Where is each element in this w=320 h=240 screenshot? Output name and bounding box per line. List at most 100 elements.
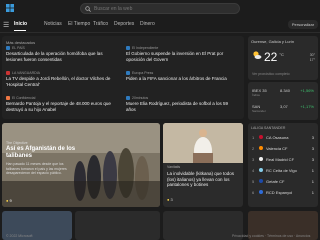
menu-icon[interactable]: ☰ [3, 21, 9, 29]
team-badge-icon [259, 157, 263, 161]
headline-title[interactable]: La TV despide a Jordi Rebellón, el docto… [6, 76, 118, 87]
team-position: 5 [252, 179, 255, 184]
markets-card: IBEX 35 Índice 8.340 +1,56% SAN Santande… [248, 82, 318, 120]
footer: © 2022 Microsoft Privacidad y cookies · … [0, 233, 320, 240]
team-points: 1 [311, 190, 314, 195]
team-position: 2 [252, 146, 255, 151]
reaction-icon: ● [167, 197, 170, 202]
headline-source: 20minutos [132, 96, 149, 100]
headline-item[interactable]: El Independiente El Gobierno suspende la… [126, 46, 238, 62]
source-logo-icon [126, 96, 130, 100]
team-badge-icon [259, 168, 263, 172]
weather-more-link[interactable]: Ver pronóstico completo [252, 72, 290, 76]
market-change: +1,56% [300, 88, 314, 93]
headline-source: El Confidencial [12, 96, 36, 100]
headlines-title: Más destacados [6, 40, 36, 45]
hero-source: The Objective [6, 141, 28, 145]
headline-source: EL PAÍS [12, 46, 25, 50]
headline-item[interactable]: Europa Press Piden a la FIFA sancionar a… [126, 71, 238, 82]
headline-title[interactable]: Bernardo Pantoja y el reportaje de 48.00… [6, 101, 118, 112]
source-logo-icon [6, 71, 10, 75]
team-name: Valencia CF [266, 146, 288, 151]
msn-page: ☰ Inicio Noticias El Tiempo Tráfico Depo… [0, 0, 320, 240]
weather-city: Ourense, Galicia y Lurín [251, 39, 295, 44]
league-title: LALIGA SANTANDER [251, 126, 286, 130]
weather-range: 30° 17° [310, 53, 315, 63]
headline-source: LA VANGUARDIA [12, 71, 40, 75]
nav-bar: ☰ Inicio Noticias El Tiempo Tráfico Depo… [0, 17, 320, 33]
windows-logo-icon[interactable] [6, 4, 14, 12]
market-change: +1,17% [300, 104, 314, 109]
team-name: Real Madrid CF [266, 157, 295, 162]
source-logo-icon [126, 71, 130, 75]
market-value: 3,07 [280, 104, 288, 109]
top-bar [0, 0, 320, 17]
feature-reaction-count: 3 [170, 197, 173, 202]
team-points: 3 [311, 135, 314, 140]
search-icon [85, 5, 91, 12]
headline-title[interactable]: Muere Elia Rodríguez, periodista de sofb… [126, 101, 238, 112]
team-name: CA Osasuna [266, 135, 289, 140]
headlines-card: Más destacados EL PAÍS Desarticulada de … [2, 36, 244, 119]
reaction-icon: ● [6, 198, 9, 203]
active-tab-indicator [14, 30, 26, 31]
team-position: 1 [252, 135, 255, 140]
headline-source: El Independiente [132, 46, 159, 50]
tab-trafico[interactable]: Tráfico [93, 21, 108, 27]
market-sub: Santander [252, 109, 266, 113]
team-points: 3 [311, 157, 314, 162]
team-position: 3 [252, 157, 255, 162]
hero-text: The Objective Así es Afganistán de los t… [6, 141, 76, 176]
headline-item[interactable]: 20minutos Muere Elia Rodríguez, periodis… [126, 96, 238, 112]
league-standings-card[interactable]: LALIGA SANTANDER 1 CA Osasuna 3 2 Valenc… [248, 123, 318, 207]
tab-dinero[interactable]: Dinero [140, 21, 155, 27]
sun-cloud-icon [253, 51, 262, 59]
hero-story-card[interactable]: The Objective Así es Afganistán de los t… [2, 123, 160, 207]
tab-deportes[interactable]: Deportes [114, 21, 134, 27]
hero-reaction-count: 9 [9, 198, 12, 203]
feature-image [163, 123, 243, 165]
team-position: 6 [252, 190, 255, 195]
headline-item[interactable]: EL PAÍS Desarticulada de la operación ho… [6, 46, 118, 62]
team-points: 3 [311, 146, 314, 151]
source-logo-icon [6, 96, 10, 100]
headline-title[interactable]: Piden a la FIFA sancionar a los árbitros… [126, 76, 238, 82]
feature-source: Vanitatis [167, 165, 181, 169]
team-points: 1 [311, 179, 314, 184]
team-position: 4 [252, 168, 255, 173]
headline-title[interactable]: El Gobierno suspende la inversión en El … [126, 51, 238, 62]
feature-title[interactable]: La inolvidable (kitkana) que todos (los)… [167, 171, 239, 188]
market-sub: Índice [252, 93, 261, 97]
tab-noticias[interactable]: Noticias [44, 21, 62, 27]
team-badge-icon [259, 179, 263, 183]
footer-links[interactable]: Privacidad y cookies · Términos de uso ·… [232, 234, 310, 238]
headline-title[interactable]: Desarticulada de la operación homófoba q… [6, 51, 118, 62]
team-badge-icon [259, 190, 263, 194]
weather-unit: °C [279, 52, 284, 57]
feature-reactions[interactable]: ● 3 [167, 197, 173, 202]
hero-title[interactable]: Así es Afganistán de los talibanes [6, 146, 76, 160]
weather-card[interactable]: Ourense, Galicia y Lurín 22 °C 30° 17° V… [248, 36, 318, 80]
footer-copyright: © 2022 Microsoft [6, 234, 33, 238]
weather-temp-value: 22 [264, 50, 278, 64]
hero-reactions[interactable]: ● 9 [6, 198, 12, 203]
market-value: 8.340 [280, 88, 291, 93]
search-input[interactable] [94, 4, 234, 13]
woman-photo [163, 123, 243, 165]
team-name: RCD Espanyol [266, 190, 293, 195]
source-logo-icon [6, 46, 10, 50]
tab-el-tiempo[interactable]: El Tiempo [68, 21, 90, 27]
search-box[interactable] [80, 3, 240, 14]
team-name: RC Celta de Vigo [266, 168, 297, 173]
tab-inicio[interactable]: Inicio [14, 21, 27, 27]
hero-excerpt: Han pasado 11 meses desde que los taliba… [6, 162, 67, 175]
personalize-button[interactable]: Personalizar [288, 20, 318, 29]
feature-story-card[interactable]: Vanitatis La inolvidable (kitkana) que t… [163, 123, 243, 207]
weather-temp: 22 °C [252, 50, 284, 64]
team-badge-icon [259, 146, 263, 150]
headline-source: Europa Press [132, 71, 154, 75]
team-badge-icon [259, 135, 263, 139]
source-logo-icon [126, 46, 130, 50]
headline-item[interactable]: El Confidencial Bernardo Pantoja y el re… [6, 96, 118, 112]
headline-item[interactable]: LA VANGUARDIA La TV despide a Jordi Rebe… [6, 71, 118, 87]
